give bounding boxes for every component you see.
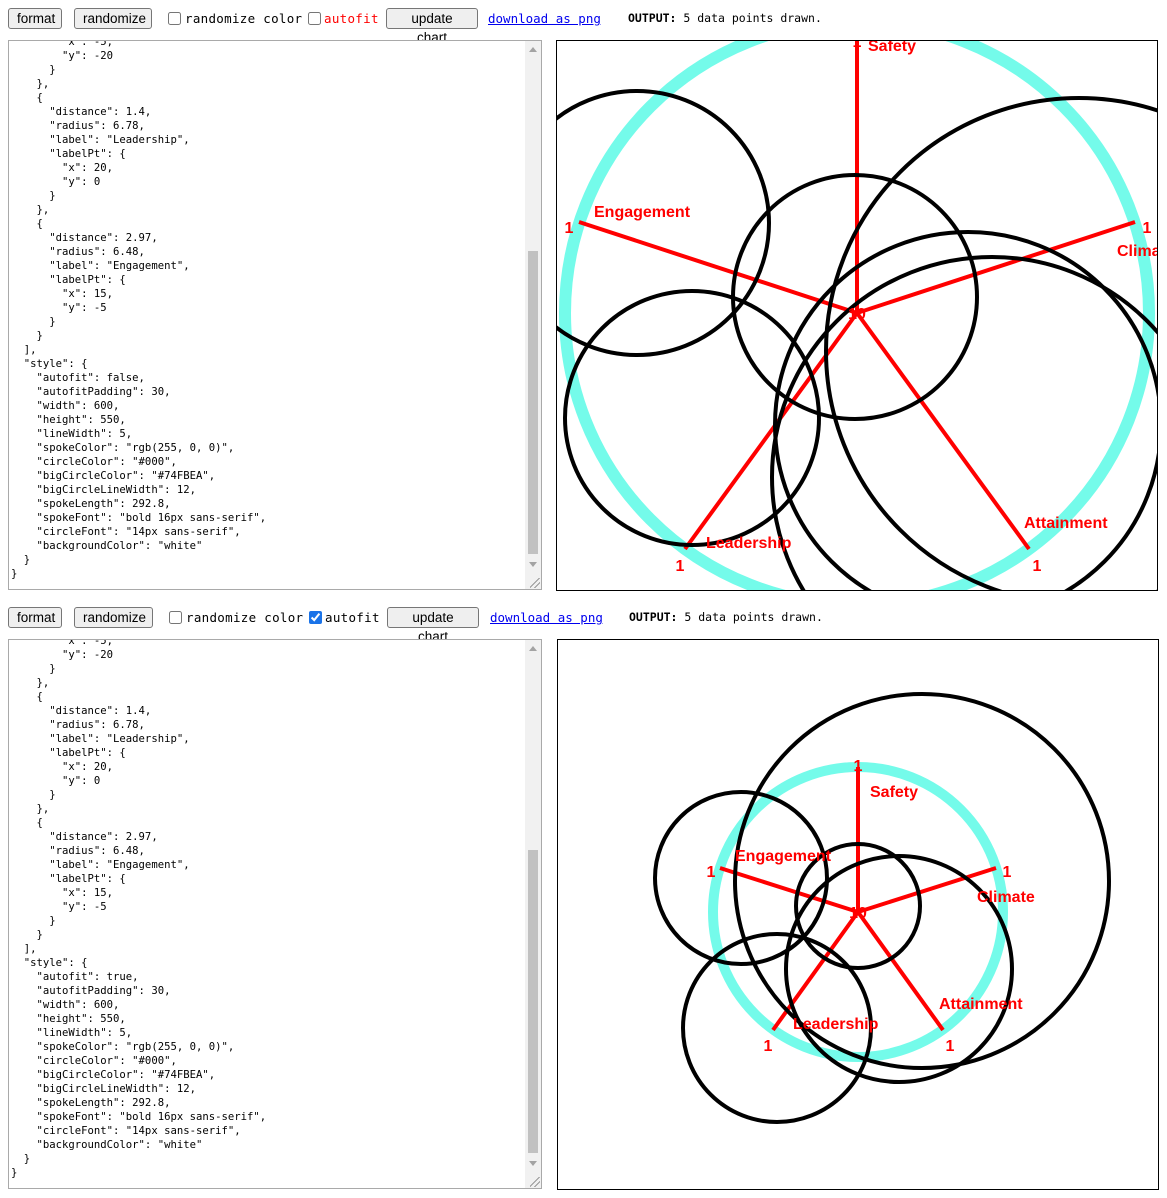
autofit-checkbox[interactable] bbox=[308, 12, 321, 25]
randomize-color-label: randomize color bbox=[185, 11, 303, 26]
randomize-button[interactable]: randomize bbox=[74, 8, 152, 29]
spoke-end-label-engagement: 1 bbox=[707, 864, 716, 881]
output-status: OUTPUT: 5 data points drawn. bbox=[628, 11, 822, 25]
spoke-label-climate: Climate bbox=[1117, 243, 1157, 260]
randomize-color-checkbox[interactable] bbox=[169, 611, 182, 624]
autofit-label: autofit bbox=[324, 11, 379, 26]
chart-panel-autofit-off: format randomize randomize color autofit… bbox=[0, 0, 1167, 599]
spoke-chart-svg: Safety 1 Climate 1 Attainment 1 Leadership 1 Eng… bbox=[558, 640, 1158, 1189]
randomize-button[interactable]: randomize bbox=[74, 607, 153, 628]
scroll-up-icon[interactable] bbox=[529, 646, 537, 651]
output-label: OUTPUT: bbox=[629, 610, 678, 624]
spoke-label-attainment: Attainment bbox=[1024, 515, 1108, 532]
chart-canvas: Safety 1 Climate 1 Attainment 1 Leadership 1 Eng… bbox=[557, 639, 1159, 1190]
json-editor-text[interactable]: "x": -5, "y": -20 } }, { "distance": 1.4… bbox=[11, 41, 266, 581]
format-button[interactable]: format bbox=[8, 607, 62, 628]
spoke-label-engagement: Engagement bbox=[594, 204, 691, 221]
output-label: OUTPUT: bbox=[628, 11, 677, 25]
spoke-end-label-attainment: 1 bbox=[946, 1038, 955, 1055]
randomize-color-checkbox[interactable] bbox=[168, 12, 181, 25]
update-chart-button[interactable]: update chart bbox=[386, 8, 478, 45]
json-editor[interactable]: "x": -5, "y": -20 } }, { "distance": 1.4… bbox=[8, 40, 542, 590]
spoke-label-engagement: Engagement bbox=[735, 848, 832, 865]
chart-canvas: Safety 1 Climate 1 Attainment 1 Leadership 1 Eng… bbox=[556, 40, 1158, 591]
spoke-label-safety: Safety bbox=[870, 784, 918, 801]
spoke-end-label-safety: 1 bbox=[853, 41, 862, 51]
scrollbar-thumb[interactable] bbox=[528, 251, 538, 554]
scroll-down-icon[interactable] bbox=[529, 562, 537, 567]
spoke-end-label-leadership: 1 bbox=[764, 1038, 773, 1055]
center-label: 10 bbox=[849, 905, 867, 922]
spoke-end-label-attainment: 1 bbox=[1033, 558, 1042, 575]
json-editor-text[interactable]: "x": -5, "y": -20 } }, { "distance": 1.4… bbox=[11, 640, 266, 1180]
toolbar: format randomize randomize color autofit… bbox=[8, 7, 1158, 45]
update-chart-button[interactable]: update chart bbox=[387, 607, 479, 644]
output-status: OUTPUT: 5 data points drawn. bbox=[629, 610, 823, 624]
autofit-label: autofit bbox=[325, 610, 380, 625]
resize-grip-icon[interactable] bbox=[530, 1177, 540, 1187]
editor-scrollbar[interactable] bbox=[525, 640, 541, 1188]
output-text: 5 data points drawn. bbox=[684, 610, 823, 624]
spoke-label-leadership: Leadership bbox=[793, 1016, 879, 1033]
scroll-up-icon[interactable] bbox=[529, 47, 537, 52]
resize-grip-icon[interactable] bbox=[530, 578, 540, 588]
spoke-label-climate: Climate bbox=[977, 889, 1035, 906]
spoke-label-attainment: Attainment bbox=[939, 996, 1023, 1013]
scrollbar-thumb[interactable] bbox=[528, 850, 538, 1153]
autofit-checkbox[interactable] bbox=[309, 611, 322, 624]
toolbar: format randomize randomize color autofit… bbox=[8, 606, 1158, 644]
center-label: 10 bbox=[848, 306, 866, 323]
chart-panel-autofit-on: format randomize randomize color autofit… bbox=[0, 599, 1167, 1198]
spoke-end-label-leadership: 1 bbox=[676, 558, 685, 575]
format-button[interactable]: format bbox=[8, 8, 62, 29]
spoke-label-leadership: Leadership bbox=[706, 535, 792, 552]
output-text: 5 data points drawn. bbox=[683, 11, 822, 25]
spoke-label-safety: Safety bbox=[868, 41, 916, 55]
spoke-end-label-climate: 1 bbox=[1143, 220, 1152, 237]
editor-scrollbar[interactable] bbox=[525, 41, 541, 589]
scroll-down-icon[interactable] bbox=[529, 1161, 537, 1166]
download-png-link[interactable]: download as png bbox=[488, 11, 601, 26]
spoke-chart-svg: Safety 1 Climate 1 Attainment 1 Leadership 1 Eng… bbox=[557, 41, 1157, 590]
randomize-color-label: randomize color bbox=[186, 610, 304, 625]
download-png-link[interactable]: download as png bbox=[490, 610, 603, 625]
spoke-end-label-engagement: 1 bbox=[565, 220, 574, 237]
spoke-end-label-safety: 1 bbox=[854, 758, 863, 775]
json-editor[interactable]: "x": -5, "y": -20 } }, { "distance": 1.4… bbox=[8, 639, 542, 1189]
spoke-end-label-climate: 1 bbox=[1003, 864, 1012, 881]
